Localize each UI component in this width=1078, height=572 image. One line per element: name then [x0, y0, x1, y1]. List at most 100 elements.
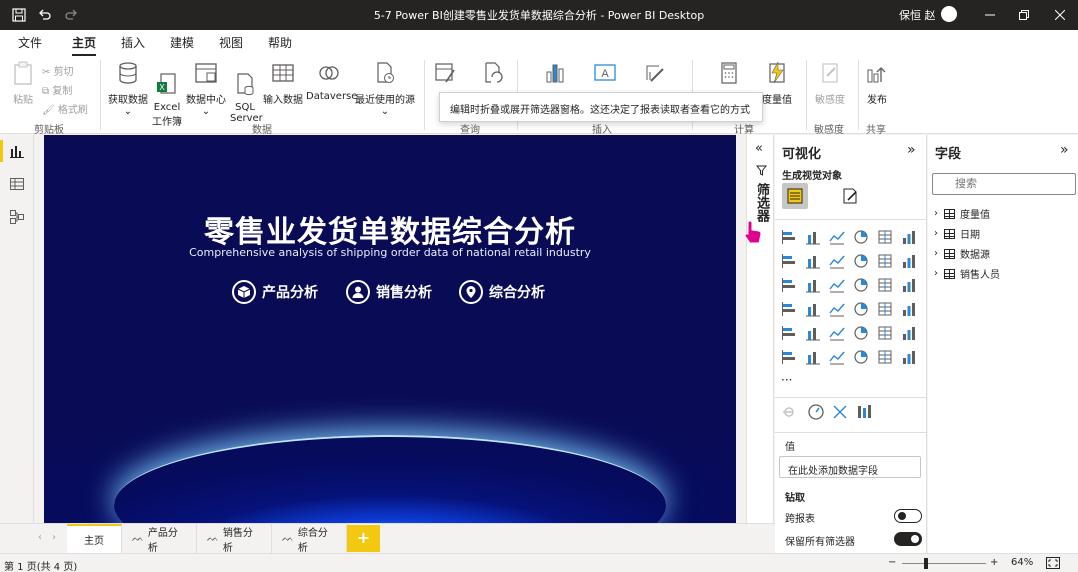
recent-sources-button[interactable]: 最近使用的源 ⌄ [354, 60, 416, 117]
chevron-right-icon[interactable]: › [934, 268, 944, 279]
qa-icon[interactable] [805, 349, 821, 365]
tab-view[interactable]: 视图 [219, 34, 243, 51]
gauge-icon[interactable] [807, 403, 825, 421]
clustered-bar-icon[interactable] [829, 229, 845, 245]
report-view-icon[interactable] [0, 140, 25, 162]
refresh-button[interactable] [478, 60, 508, 91]
sensitivity-button[interactable]: 敏感度 [812, 60, 848, 106]
new-measure-button[interactable] [714, 60, 744, 91]
datahub-button[interactable]: 数据中心 ⌄ [185, 60, 227, 117]
field-table-row[interactable]: › 度量值 [934, 206, 990, 221]
python-visual-icon[interactable] [877, 325, 893, 341]
key-influencers-icon[interactable] [901, 325, 917, 341]
format-visual-tab[interactable] [837, 183, 863, 209]
build-visual-tab[interactable] [782, 183, 808, 209]
smart-narrative-icon[interactable] [829, 349, 845, 365]
gauge-icon[interactable] [829, 301, 845, 317]
line-column-icon[interactable] [853, 253, 869, 269]
card-icon[interactable] [853, 301, 869, 317]
key-influencers-icon[interactable] [781, 403, 801, 421]
minimize-icon[interactable] [975, 5, 1005, 25]
kpi-icon[interactable] [901, 301, 917, 317]
zoom-out-button[interactable]: − [888, 557, 896, 568]
user-name[interactable]: 保恒 赵 [899, 7, 936, 23]
chevron-right-icon[interactable]: › [934, 208, 944, 219]
line-clustered-icon[interactable] [877, 253, 893, 269]
field-table-row[interactable]: › 销售人员 [934, 266, 1000, 281]
nav-button-product[interactable]: 产品分析 [232, 279, 318, 305]
cross-report-toggle[interactable] [894, 509, 922, 523]
publish-button[interactable]: 发布 [862, 60, 892, 106]
paste-button[interactable]: 粘贴 [8, 60, 38, 106]
filters-pane-collapsed[interactable]: « 筛选器 [744, 135, 774, 527]
page-tab-product[interactable]: ᨓ 产品分析 [122, 524, 197, 554]
new-visual-button[interactable] [540, 60, 570, 91]
more-visuals-icon[interactable]: ··· [781, 373, 797, 389]
area-chart-icon[interactable] [805, 253, 821, 269]
zoom-slider-thumb[interactable] [924, 558, 928, 569]
decomposition-tree-icon[interactable] [831, 403, 849, 421]
smart-narrative-icon[interactable] [855, 403, 873, 421]
avatar[interactable] [941, 6, 957, 22]
tab-home[interactable]: 主页 [72, 34, 97, 56]
clustered-column-icon[interactable] [853, 229, 869, 245]
expand-filters-icon[interactable]: « [755, 141, 763, 156]
chevron-right-icon[interactable]: › [934, 248, 944, 259]
decomposition-tree-icon[interactable] [781, 349, 797, 365]
close-icon[interactable] [1045, 5, 1075, 25]
copy-button[interactable]: ⧉ 复制 [42, 82, 72, 97]
scatter-icon[interactable] [829, 277, 845, 293]
page-tab-sales[interactable]: ᨓ 销售分析 [197, 524, 272, 554]
paginated-icon[interactable] [853, 349, 869, 365]
nav-button-sales[interactable]: 销售分析 [346, 279, 432, 305]
power-automate-icon[interactable] [901, 349, 917, 365]
chevron-right-icon[interactable]: › [934, 228, 944, 239]
dataverse-button[interactable]: Dataverse [306, 60, 357, 102]
data-view-icon[interactable] [9, 176, 25, 192]
maximize-icon[interactable] [1009, 5, 1039, 25]
page-tab-overview[interactable]: ᨓ 综合分析 [272, 524, 347, 554]
field-table-row[interactable]: › 数据源 [934, 246, 990, 261]
zoom-in-button[interactable]: + [990, 557, 998, 568]
tab-help[interactable]: 帮助 [268, 34, 292, 51]
tab-modeling[interactable]: 建模 [170, 34, 194, 51]
tab-file[interactable]: 文件 [18, 34, 42, 51]
prev-page-icon[interactable]: ‹ [38, 532, 42, 543]
format-painter-button[interactable]: 🖌 格式刷 [42, 101, 88, 116]
enter-data-button[interactable]: 输入数据 [262, 60, 304, 106]
stacked-area-icon[interactable] [829, 253, 845, 269]
cut-button[interactable]: ✂ 剪切 [42, 63, 74, 78]
funnel-icon[interactable] [805, 277, 821, 293]
donut-icon[interactable] [877, 277, 893, 293]
excel-button[interactable]: X Excel 工作簿 [152, 60, 182, 139]
keep-filters-toggle[interactable] [894, 532, 922, 546]
add-page-button[interactable]: + [347, 525, 380, 552]
100-column-icon[interactable] [901, 229, 917, 245]
page-tab-home[interactable]: 主页 [67, 524, 122, 553]
power-apps-icon[interactable] [877, 349, 893, 365]
matrix-icon[interactable] [829, 325, 845, 341]
nav-button-overview[interactable]: 综合分析 [459, 279, 545, 305]
slicer-icon[interactable] [781, 325, 797, 341]
collapse-visualizations-icon[interactable]: » [907, 142, 916, 158]
pie-icon[interactable] [853, 277, 869, 293]
ribbon-chart-icon[interactable] [901, 253, 917, 269]
tab-insert[interactable]: 插入 [121, 34, 145, 51]
model-view-icon[interactable] [9, 209, 25, 225]
fit-to-page-icon[interactable] [1046, 557, 1060, 572]
stacked-bar-icon[interactable] [781, 229, 797, 245]
report-canvas[interactable]: 零售业发货单数据综合分析 Comprehensive analysis of s… [44, 135, 736, 523]
multi-row-card-icon[interactable] [877, 301, 893, 317]
next-page-icon[interactable]: › [52, 532, 56, 543]
r-visual-icon[interactable] [853, 325, 869, 341]
stacked-column-icon[interactable] [805, 229, 821, 245]
line-chart-icon[interactable] [781, 253, 797, 269]
fields-search-input[interactable] [932, 173, 1076, 195]
quick-measure-button[interactable]: 度量值 [758, 60, 796, 106]
map-icon[interactable] [781, 301, 797, 317]
filled-map-icon[interactable] [805, 301, 821, 317]
get-data-button[interactable]: 获取数据 ⌄ [106, 60, 150, 117]
zoom-slider[interactable] [902, 563, 986, 564]
collapse-fields-icon[interactable]: » [1060, 142, 1069, 158]
table-icon[interactable] [805, 325, 821, 341]
